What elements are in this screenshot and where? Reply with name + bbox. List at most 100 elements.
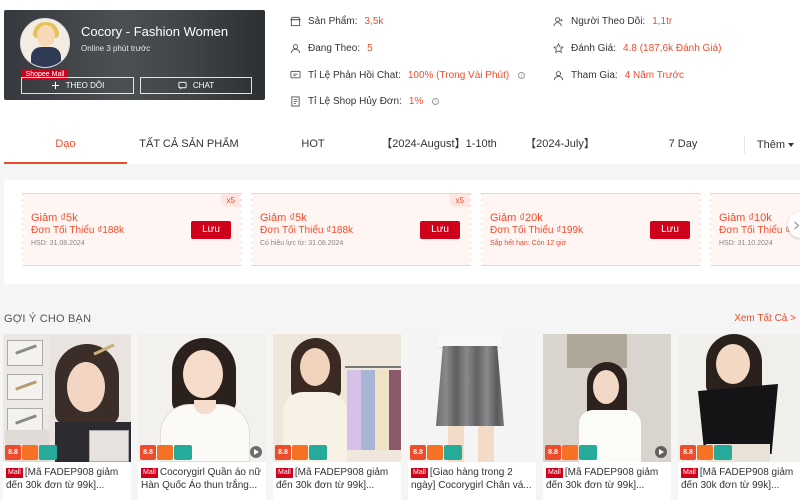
voucher-expiry: HSD: 31.10.2024 (719, 240, 773, 247)
stat-followers: Người Theo Dõi: 1,1tr (553, 16, 672, 27)
voucher-quantity: x5 (220, 194, 241, 207)
tab-2024-july[interactable]: 【2024-July】 (520, 128, 600, 164)
voucher-card: Giảm ₫5k Đơn Tối Thiểu ₫188k HSD: 31.08.… (22, 193, 242, 266)
suggestions-heading: GỢI Ý CHO BẠN (4, 313, 92, 325)
voucher-min-order: Đơn Tối Thiểu ₫188k (260, 225, 354, 236)
freeship-badge (22, 445, 38, 460)
voucher-title: Giảm ₫5k (31, 212, 78, 224)
stat-products-label: Sản Phẩm: (308, 16, 358, 27)
product-image: 8.8 (138, 334, 266, 462)
product-card[interactable]: 8.8 Mall [Mã FADEP908 giảm đến 30k đơn từ… (543, 334, 671, 500)
voucher-min-order: Đơn Tối Thiểu ₫188k (31, 225, 125, 236)
product-card[interactable]: 8.8 Mall [Giao hàng trong 2 ngày] Cocoryg… (408, 334, 536, 500)
video-play-icon (250, 446, 262, 458)
voucher-title: Giảm ₫20k (490, 212, 543, 224)
voucher-card: Giảm ₫5k Đơn Tối Thiểu ₫188k Có hiệu lực… (251, 193, 471, 266)
product-title-text: [Giao hàng trong 2 ngày] Cocorygirl Chân… (411, 467, 532, 491)
shop-avatar[interactable] (20, 18, 70, 68)
product-card[interactable]: 8.8 Mall [Mã FADEP908 giảm đến 30k đơn từ… (3, 334, 131, 500)
product-image: 8.8 (3, 334, 131, 462)
mall-tag: Mall (681, 468, 698, 478)
order-cancel-icon (291, 96, 300, 107)
product-title: Mall [Mã FADEP908 giảm đến 30k đơn từ 99k… (6, 466, 128, 494)
voucher-badge (174, 445, 192, 460)
mall-tag: Mall (546, 468, 563, 478)
shop-header: Shopee Mall Cocory - Fashion Women Onlin… (0, 0, 800, 128)
tab-2024-august[interactable]: 【2024-August】1-10th (378, 128, 500, 164)
product-title: Mall Cocorygirl Quần áo nữ Hàn Quốc Áo th… (141, 466, 263, 494)
follow-button[interactable]: THEO DÕI (21, 77, 134, 94)
save-voucher-button[interactable]: Lưu (420, 221, 460, 239)
chat-label: CHAT (192, 81, 215, 90)
stat-products-value: 3,5k (364, 16, 384, 27)
voucher-badge (714, 445, 732, 460)
freeship-badge (697, 445, 713, 460)
promo-badges: 8.8 (5, 445, 57, 460)
mall-tag: Mall (6, 468, 23, 478)
badge-88: 8.8 (680, 445, 696, 460)
save-voucher-button[interactable]: Lưu (191, 221, 231, 239)
product-image: 8.8 (678, 334, 800, 462)
stat-following-label: Đang Theo: (308, 43, 361, 54)
user-joined-icon (553, 71, 564, 81)
badge-88: 8.8 (5, 445, 21, 460)
tab-hot[interactable]: HOT (280, 128, 346, 164)
voucher-badge (579, 445, 597, 460)
badge-88: 8.8 (410, 445, 426, 460)
voucher-min-order: Đơn Tối Thiểu ₫199k (490, 225, 584, 236)
promo-badges: 8.8 (680, 445, 732, 460)
stat-rating: Đánh Giá: 4.8 (187,6k Đánh Giá) (553, 43, 721, 54)
shop-tabs: Dạo TẤT CẢ SẢN PHẨM HOT 【2024-August】1-1… (0, 128, 800, 164)
voucher-card: Giảm ₫10k Đơn Tối Thiểu ₫2 HSD: 31.10.20… (710, 193, 800, 266)
chat-icon (178, 81, 187, 90)
stat-cancel-label: Tỉ Lệ Shop Hủy Đơn: (308, 96, 402, 107)
voucher-quantity: x5 (449, 194, 470, 207)
stat-cancel-rate: Tỉ Lệ Shop Hủy Đơn: 1% i (290, 96, 440, 107)
tab-all-products[interactable]: TẤT CẢ SẢN PHẨM (130, 128, 248, 164)
shop-name: Cocory - Fashion Women (81, 24, 229, 39)
tab-explore[interactable]: Dạo (4, 128, 127, 164)
product-card[interactable]: 8.8 Mall Cocorygirl Quần áo nữ Hàn Quốc Á… (138, 334, 266, 500)
info-icon[interactable]: i (432, 98, 440, 105)
promo-badges: 8.8 (545, 445, 597, 460)
plus-icon (51, 81, 59, 90)
product-title: Mall [Giao hàng trong 2 ngày] Cocorygirl … (411, 466, 533, 494)
product-title-text: Cocorygirl Quần áo nữ Hàn Quốc Áo thun t… (141, 467, 262, 491)
shop-card: Shopee Mall Cocory - Fashion Women Onlin… (4, 10, 265, 100)
product-card[interactable]: 8.8 Mall [Mã FADEP908 giảm đến 30k đơn từ… (273, 334, 401, 500)
stat-products: Sản Phẩm: 3,5k (290, 16, 383, 27)
product-image: 8.8 (543, 334, 671, 462)
see-all-link[interactable]: Xem Tất Cả > (734, 313, 796, 324)
voucher-min-order: Đơn Tối Thiểu ₫2 (719, 225, 796, 236)
voucher-expiry: Sắp hết hạn: Còn 12 giờ (490, 240, 567, 247)
stat-rating-label: Đánh Giá: (571, 43, 617, 54)
freeship-badge (427, 445, 443, 460)
product-title: Mall [Mã FADEP908 giảm đến 30k đơn từ 99k… (546, 466, 668, 494)
voucher-expiry: Có hiệu lực từ: 31.08.2024 (260, 240, 344, 247)
product-card[interactable]: 8.8 Mall [Mã FADEP908 giảm đến 30k đơn từ… (678, 334, 800, 500)
badge-88: 8.8 (275, 445, 291, 460)
stat-response-value: 100% (Trong Vài Phút) (407, 70, 510, 81)
user-icon (290, 44, 301, 54)
star-icon (553, 43, 564, 54)
voucher-badge (39, 445, 57, 460)
badge-88: 8.8 (545, 445, 561, 460)
product-title: Mall [Mã FADEP908 giảm đến 30k đơn từ 99k… (276, 466, 398, 494)
voucher-strip: Giảm ₫5k Đơn Tối Thiểu ₫188k HSD: 31.08.… (4, 180, 800, 284)
save-voucher-button[interactable]: Lưu (650, 221, 690, 239)
stat-following: Đang Theo: 5 (290, 43, 373, 54)
follow-label: THEO DÕI (65, 81, 105, 90)
tab-more-label: Thêm (756, 139, 785, 151)
stat-joined: Tham Gia: 4 Năm Trước (553, 70, 684, 81)
tab-more-dropdown[interactable]: Thêm (743, 136, 794, 154)
freeship-badge (292, 445, 308, 460)
info-icon[interactable]: i (518, 72, 526, 79)
mall-tag: Mall (411, 468, 428, 478)
followers-icon (553, 17, 563, 27)
tab-7-day[interactable]: 7 Day (650, 128, 716, 164)
stat-followers-value: 1,1tr (652, 16, 673, 27)
chat-button[interactable]: CHAT (140, 77, 252, 94)
freeship-badge (157, 445, 173, 460)
promo-badges: 8.8 (140, 445, 192, 460)
mall-tag: Mall (141, 468, 158, 478)
